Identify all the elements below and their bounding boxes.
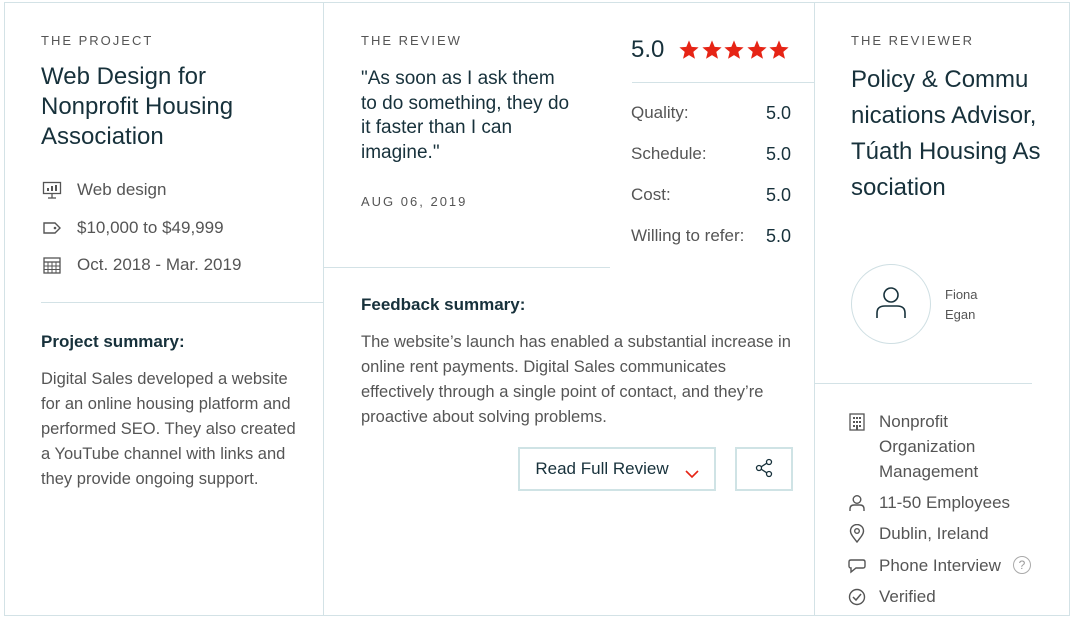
chevron-down-icon: [685, 464, 699, 479]
reviewer-location-text: Dublin, Ireland: [879, 524, 989, 543]
star-icon: [746, 39, 768, 61]
star-rating: [678, 39, 791, 61]
score-value: 5.0: [765, 103, 791, 123]
help-icon[interactable]: ?: [1012, 556, 1031, 574]
feedback-summary-heading: Feedback summary:: [361, 295, 526, 314]
reviewer-eyebrow: THE REVIEWER: [851, 33, 974, 48]
project-eyebrow: THE PROJECT: [41, 33, 154, 48]
building-icon: [847, 409, 867, 434]
price-tag-icon: [41, 218, 63, 238]
divider: [632, 82, 814, 83]
column-divider: [323, 3, 324, 615]
reviewer-title: Policy & Communications Advisor, Túath H…: [851, 66, 1041, 201]
reviewer-interview-text: Phone Interview: [879, 556, 1001, 575]
feedback-summary-text: The website’s launch has enabled a subst…: [361, 333, 791, 426]
user-icon: [847, 490, 867, 515]
score-row: Cost: 5.0: [631, 185, 791, 206]
presentation-icon: [41, 180, 63, 200]
share-button[interactable]: [735, 447, 793, 491]
review-date: AUG 06, 2019: [361, 194, 468, 209]
project-service-text: Web design: [77, 180, 167, 199]
read-full-review-button[interactable]: Read Full Review: [518, 447, 716, 491]
reviewer-size: 11-50 Employees: [847, 490, 1010, 515]
divider: [815, 383, 1032, 384]
avatar: [851, 264, 931, 344]
overall-score: 5.0: [631, 36, 665, 63]
reviewer-location: Dublin, Ireland: [847, 521, 989, 546]
project-budget: $10,000 to $49,999: [41, 218, 224, 238]
score-row: Quality: 5.0: [631, 103, 791, 124]
star-icon: [701, 39, 723, 61]
star-icon: [723, 39, 745, 61]
reviewer-industry-text: Nonprofit Organization Management: [879, 412, 979, 481]
score-label: Quality:: [631, 103, 689, 122]
project-summary-text: Digital Sales developed a website for an…: [41, 370, 296, 488]
chat-bubble-icon: [847, 553, 867, 578]
reviewer-interview: Phone Interview ?: [847, 553, 1031, 578]
score-label: Cost:: [631, 185, 671, 204]
reviewer-verified: Verified: [847, 584, 936, 609]
star-icon: [768, 39, 790, 61]
read-full-review-label: Read Full Review: [535, 459, 669, 478]
calendar-icon: [41, 255, 63, 275]
project-service: Web design: [41, 180, 166, 200]
score-label: Willing to refer:: [631, 226, 745, 245]
check-circle-icon: [847, 584, 867, 609]
score-row: Willing to refer: 5.0: [631, 226, 791, 247]
score-row: Schedule: 5.0: [631, 144, 791, 165]
review-eyebrow: THE REVIEW: [361, 33, 462, 48]
reviewer-verified-text: Verified: [879, 587, 936, 606]
review-quote: "As soon as I ask them to do something, …: [361, 68, 570, 163]
score-label: Schedule:: [631, 144, 707, 163]
user-avatar-icon: [871, 282, 911, 327]
project-summary-heading: Project summary:: [41, 332, 185, 351]
project-dates-text: Oct. 2018 - Mar. 2019: [77, 255, 242, 274]
location-pin-icon: [847, 521, 867, 546]
divider: [324, 267, 610, 268]
reviewer-industry: Nonprofit Organization Management: [847, 409, 1019, 484]
star-icon: [678, 39, 700, 61]
score-value: 5.0: [765, 185, 791, 205]
project-budget-text: $10,000 to $49,999: [77, 218, 224, 237]
divider: [41, 302, 323, 303]
overall-rating: 5.0: [631, 36, 791, 64]
project-title: Web Design for Nonprofit Housing Associa…: [41, 63, 234, 150]
reviewer-size-text: 11-50 Employees: [879, 493, 1011, 512]
share-icon: [754, 458, 774, 481]
reviewer-name: Fiona Egan: [945, 287, 978, 322]
score-value: 5.0: [765, 226, 791, 246]
project-dates: Oct. 2018 - Mar. 2019: [41, 255, 241, 275]
score-value: 5.0: [765, 144, 791, 164]
column-divider: [814, 3, 815, 615]
